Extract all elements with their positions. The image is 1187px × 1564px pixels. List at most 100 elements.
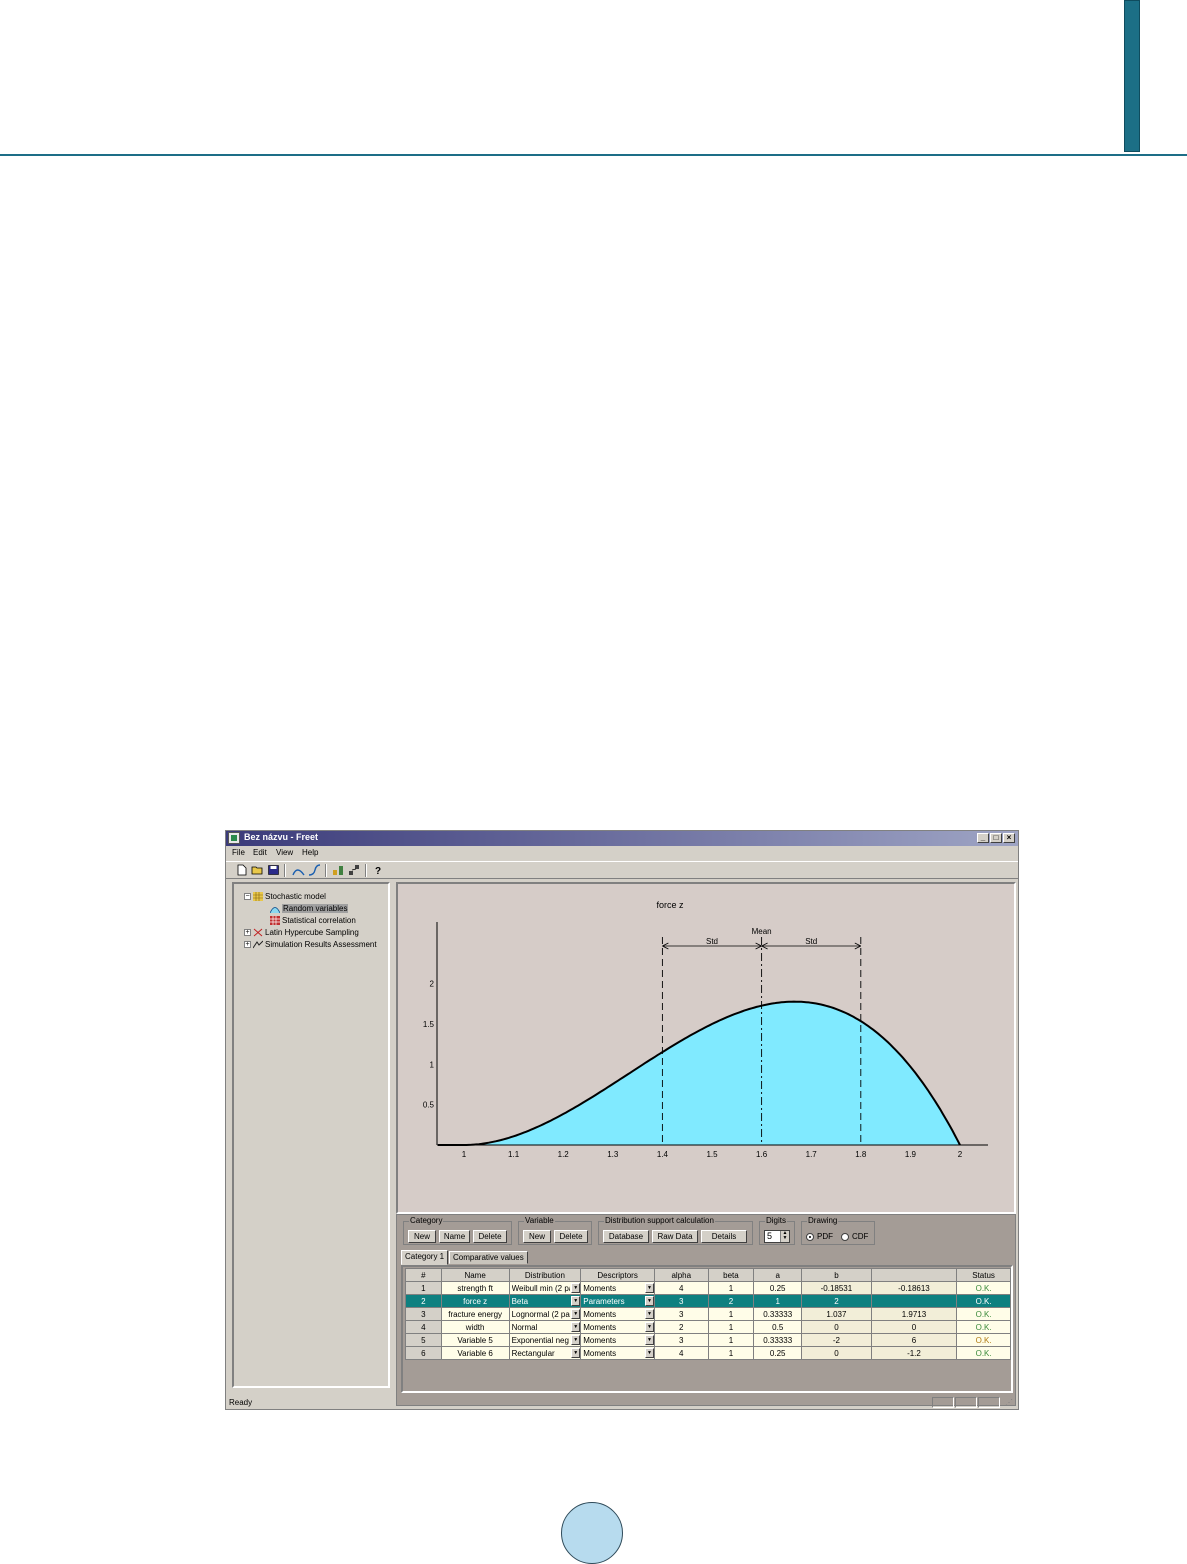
database-button[interactable]: Database	[603, 1230, 649, 1243]
column-header[interactable]: Status	[956, 1268, 1011, 1282]
tree-item-statistical-correlation[interactable]: Statistical correlation	[268, 916, 356, 927]
table-cell[interactable]: 3	[653, 1294, 709, 1308]
table-cell[interactable]: 1	[707, 1320, 755, 1334]
column-header[interactable]: Descriptors	[580, 1268, 655, 1282]
descriptors-select[interactable]: Moments ▼	[580, 1307, 655, 1321]
table-cell[interactable]: 2	[801, 1294, 872, 1308]
column-header[interactable]: a	[753, 1268, 803, 1282]
table-cell[interactable]: 2	[653, 1320, 709, 1334]
table-cell[interactable]: 4	[653, 1346, 709, 1360]
minimize-button[interactable]: _	[977, 833, 989, 843]
new-icon[interactable]	[235, 864, 248, 876]
dropdown-arrow-icon[interactable]: ▼	[571, 1308, 580, 1319]
tab-category-1[interactable]: Category 1	[401, 1250, 449, 1265]
table-cell[interactable]	[870, 1294, 958, 1308]
table-cell[interactable]: 1	[753, 1294, 803, 1308]
distribution-select[interactable]: Weibull min (2 pa ▼	[508, 1281, 582, 1295]
expand-icon[interactable]: +	[244, 941, 251, 949]
table-cell[interactable]: 1	[707, 1333, 755, 1347]
table-row[interactable]: 6 Variable 6 Rectangular ▼ Moments ▼ 4 1 0.25 0 -1…	[405, 1346, 1011, 1360]
tree-item-simulation-results[interactable]: + Simulation Results Assessment	[244, 940, 377, 951]
dropdown-arrow-icon[interactable]: ▼	[571, 1282, 580, 1293]
table-cell[interactable]: 3	[653, 1333, 709, 1347]
table-cell[interactable]: 0	[870, 1320, 958, 1334]
table-cell[interactable]: -0.18613	[870, 1281, 958, 1295]
table-cell[interactable]: 2	[707, 1294, 755, 1308]
column-header[interactable]: b	[801, 1268, 872, 1282]
save-icon[interactable]	[267, 864, 280, 876]
category-new-button[interactable]: New	[408, 1230, 436, 1243]
cdf-icon[interactable]	[308, 864, 321, 876]
table-cell[interactable]: -1.2	[870, 1346, 958, 1360]
raw-data-button[interactable]: Raw Data	[652, 1230, 698, 1243]
column-header[interactable]: Distribution	[508, 1268, 582, 1282]
dropdown-arrow-icon[interactable]: ▼	[644, 1308, 654, 1319]
descriptors-select[interactable]: Moments ▼	[580, 1320, 655, 1334]
dropdown-arrow-icon[interactable]: ▼	[644, 1347, 654, 1358]
table-cell[interactable]: 3	[653, 1307, 709, 1321]
category-name-button[interactable]: Name	[439, 1230, 470, 1243]
details-button[interactable]: Details	[701, 1230, 747, 1243]
category-delete-button[interactable]: Delete	[473, 1230, 507, 1243]
help-icon[interactable]: ?	[372, 864, 385, 876]
generate-icon[interactable]	[332, 864, 345, 876]
table-cell[interactable]: 0	[801, 1346, 872, 1360]
table-cell[interactable]: 0.5	[753, 1320, 803, 1334]
distribution-select[interactable]: Normal ▼	[508, 1320, 582, 1334]
descriptors-select[interactable]: Moments ▼	[580, 1333, 655, 1347]
cdf-radio[interactable]: CDF	[841, 1232, 868, 1241]
tree-item-stochastic-model[interactable]: − Stochastic model	[244, 892, 326, 903]
dropdown-arrow-icon[interactable]: ▼	[571, 1347, 580, 1358]
table-cell[interactable]: 1	[707, 1307, 755, 1321]
variable-new-button[interactable]: New	[523, 1230, 551, 1243]
dropdown-arrow-icon[interactable]: ▼	[644, 1295, 654, 1306]
collapse-icon[interactable]: −	[244, 893, 251, 901]
table-cell[interactable]: 0.33333	[753, 1307, 803, 1321]
table-row[interactable]: 3 fracture energy Lognormal (2 pa ▼ Moments ▼…	[405, 1307, 1011, 1321]
table-cell[interactable]: 1.9713	[870, 1307, 958, 1321]
expand-icon[interactable]: +	[244, 929, 251, 937]
distribution-select[interactable]: Rectangular ▼	[508, 1346, 582, 1360]
table-cell[interactable]: 0.25	[753, 1346, 803, 1360]
table-cell[interactable]: Variable 6	[440, 1346, 510, 1360]
table-cell[interactable]: 1	[707, 1346, 755, 1360]
table-cell[interactable]: 6	[870, 1333, 958, 1347]
table-cell[interactable]: 0.33333	[753, 1333, 803, 1347]
table-cell[interactable]: 0.25	[753, 1281, 803, 1295]
tab-comparative-values[interactable]: Comparative values	[449, 1251, 528, 1264]
table-row[interactable]: 1 strength ft Weibull min (2 pa ▼ Moments ▼ 4 1…	[405, 1281, 1011, 1295]
menu-view[interactable]: View	[276, 848, 293, 857]
distribution-select[interactable]: Beta ▼	[508, 1294, 582, 1308]
table-cell[interactable]: Variable 5	[440, 1333, 510, 1347]
open-icon[interactable]	[251, 864, 264, 876]
table-cell[interactable]: -0.18531	[801, 1281, 872, 1295]
column-header[interactable]: Name	[440, 1268, 510, 1282]
menu-edit[interactable]: Edit	[253, 848, 267, 857]
dropdown-arrow-icon[interactable]: ▼	[571, 1295, 580, 1306]
pdf-icon[interactable]	[292, 864, 305, 876]
column-header[interactable]: #	[405, 1268, 442, 1282]
table-cell[interactable]: fracture energy	[440, 1307, 510, 1321]
resize-grip-icon[interactable]: ⋰	[1005, 1398, 1013, 1407]
table-cell[interactable]: width	[440, 1320, 510, 1334]
spinner-arrows-icon[interactable]: ▲ ▼	[780, 1231, 789, 1242]
table-cell[interactable]: 0	[801, 1320, 872, 1334]
column-header[interactable]: alpha	[653, 1268, 709, 1282]
table-row[interactable]: 5 Variable 5 Exponential neg ▼ Moments ▼ 3 1 0.3…	[405, 1333, 1011, 1347]
descriptors-select[interactable]: Parameters ▼	[580, 1294, 655, 1308]
table-row[interactable]: 2 force z Beta ▼ Parameters ▼ 3 2 1 2 O.K.	[405, 1294, 1011, 1308]
dropdown-arrow-icon[interactable]: ▼	[644, 1321, 654, 1332]
dropdown-arrow-icon[interactable]: ▼	[571, 1334, 580, 1345]
digits-spinner[interactable]: 5 ▲ ▼	[764, 1230, 790, 1243]
menu-help[interactable]: Help	[302, 848, 318, 857]
menu-file[interactable]: File	[232, 848, 245, 857]
distribution-select[interactable]: Exponential neg ▼	[508, 1333, 582, 1347]
column-header[interactable]: beta	[707, 1268, 755, 1282]
tree-item-latin-hypercube-sampling[interactable]: + Latin Hypercube Sampling	[244, 928, 359, 939]
table-cell[interactable]: 1.037	[801, 1307, 872, 1321]
table-cell[interactable]: 1	[707, 1281, 755, 1295]
descriptors-select[interactable]: Moments ▼	[580, 1281, 655, 1295]
export-icon[interactable]	[348, 864, 361, 876]
descriptors-select[interactable]: Moments ▼	[580, 1346, 655, 1360]
column-header[interactable]	[870, 1268, 958, 1282]
